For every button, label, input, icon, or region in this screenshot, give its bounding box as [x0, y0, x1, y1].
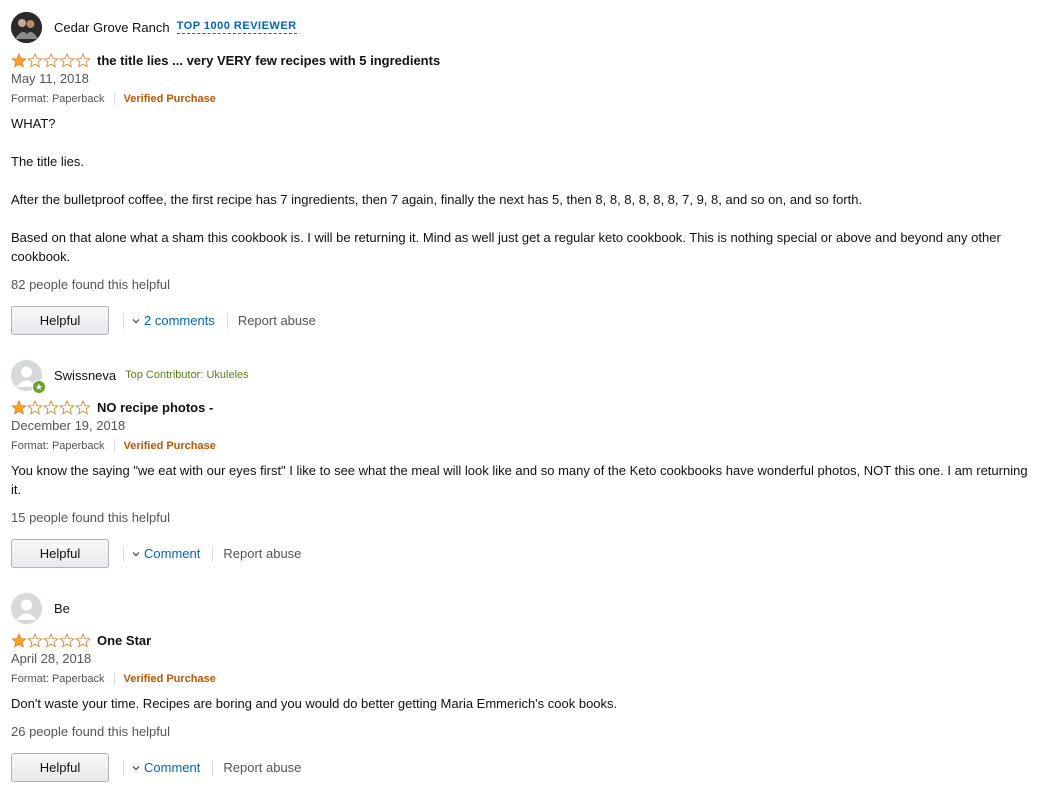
review-title[interactable]: the title lies ... very VERY few recipes…	[97, 53, 440, 68]
chevron-down-icon	[132, 551, 140, 556]
review-date: May 11, 2018	[11, 71, 89, 86]
comment-link-label: Comment	[144, 760, 201, 775]
chevron-down-icon	[132, 765, 140, 770]
divider	[123, 759, 124, 776]
helpful-count: 15 people found this helpful	[11, 510, 171, 525]
contributor-badge[interactable]: Top Contributor: Ukuleles	[125, 369, 249, 381]
star-filled-icon	[11, 399, 27, 415]
helpful-button[interactable]: Helpful	[11, 753, 109, 782]
reviewer-rank-badge[interactable]: TOP 1000 REVIEWER	[176, 20, 297, 34]
divider	[113, 92, 115, 105]
star-empty-icon	[43, 399, 59, 415]
default-avatar-icon	[11, 592, 42, 624]
verified-purchase-badge: Verified Purchase	[123, 672, 216, 685]
helpful-count: 26 people found this helpful	[11, 724, 171, 739]
star-empty-icon	[43, 52, 59, 68]
report-abuse-link[interactable]: Report abuse	[223, 546, 301, 561]
helpful-button[interactable]: Helpful	[11, 306, 109, 335]
star-empty-icon	[43, 632, 59, 648]
review-format[interactable]: Format: Paperback	[11, 93, 105, 105]
star-filled-icon	[11, 632, 27, 648]
review-paragraph: Based on that alone what a sham this coo…	[11, 230, 1001, 264]
star-empty-icon	[75, 632, 91, 648]
chevron-down-icon	[132, 318, 140, 323]
avatar	[11, 359, 46, 394]
review-body: WHAT? The title lies. After the bulletpr…	[11, 114, 1041, 266]
helpful-button[interactable]: Helpful	[11, 539, 109, 568]
reviewer-name[interactable]: Be	[54, 601, 70, 616]
reviewer-profile[interactable]: Be	[11, 592, 70, 624]
verified-purchase-badge: Verified Purchase	[123, 439, 216, 452]
star-empty-icon	[59, 52, 75, 68]
review-paragraph: After the bulletproof coffee, the first …	[11, 192, 863, 207]
star-rating[interactable]	[11, 399, 91, 415]
divider	[226, 312, 228, 329]
avatar	[11, 592, 42, 624]
star-empty-icon	[59, 632, 75, 648]
comments-link[interactable]: 2 comments	[132, 313, 215, 328]
divider	[113, 672, 115, 685]
review-paragraph: You know the saying "we eat with our eye…	[11, 463, 1028, 497]
divider	[113, 439, 115, 452]
review-date: April 28, 2018	[11, 651, 92, 666]
verified-purchase-badge: Verified Purchase	[123, 92, 216, 105]
star-empty-icon	[27, 399, 43, 415]
review-body: Don't waste your time. Recipes are borin…	[11, 694, 1041, 713]
reviewer-profile[interactable]: Swissneva Top Contributor: Ukuleles	[11, 359, 249, 394]
contributor-badge-icon	[32, 379, 46, 394]
divider	[212, 545, 214, 562]
report-abuse-link[interactable]: Report abuse	[238, 313, 316, 328]
star-filled-icon	[11, 52, 27, 68]
review-paragraph: Don't waste your time. Recipes are borin…	[11, 696, 618, 711]
divider	[123, 545, 124, 562]
star-empty-icon	[59, 399, 75, 415]
star-empty-icon	[27, 632, 43, 648]
reviewer-name[interactable]: Cedar Grove Ranch	[54, 20, 170, 35]
avatar-photo-icon	[11, 11, 42, 43]
divider	[123, 312, 124, 329]
review-paragraph: WHAT?	[11, 116, 56, 131]
comment-link[interactable]: Comment	[132, 760, 200, 775]
star-empty-icon	[27, 52, 43, 68]
report-abuse-link[interactable]: Report abuse	[223, 760, 301, 775]
comment-link[interactable]: Comment	[132, 546, 200, 561]
reviewer-name[interactable]: Swissneva	[54, 368, 116, 383]
review-date: December 19, 2018	[11, 418, 126, 433]
star-rating[interactable]	[11, 52, 91, 68]
star-empty-icon	[75, 52, 91, 68]
review-paragraph: The title lies.	[11, 154, 84, 169]
reviewer-profile[interactable]: Cedar Grove Ranch TOP 1000 REVIEWER	[11, 11, 297, 43]
review-format[interactable]: Format: Paperback	[11, 673, 105, 685]
review-title[interactable]: One Star	[97, 633, 151, 648]
review-title[interactable]: NO recipe photos -	[97, 400, 213, 415]
review-body: You know the saying "we eat with our eye…	[11, 461, 1041, 499]
comment-link-label: Comment	[144, 546, 201, 561]
review-format[interactable]: Format: Paperback	[11, 440, 105, 452]
star-empty-icon	[75, 399, 91, 415]
avatar	[11, 11, 42, 43]
comments-link-label: 2 comments	[144, 313, 215, 328]
star-rating[interactable]	[11, 632, 91, 648]
divider	[212, 759, 214, 776]
helpful-count: 82 people found this helpful	[11, 277, 171, 292]
